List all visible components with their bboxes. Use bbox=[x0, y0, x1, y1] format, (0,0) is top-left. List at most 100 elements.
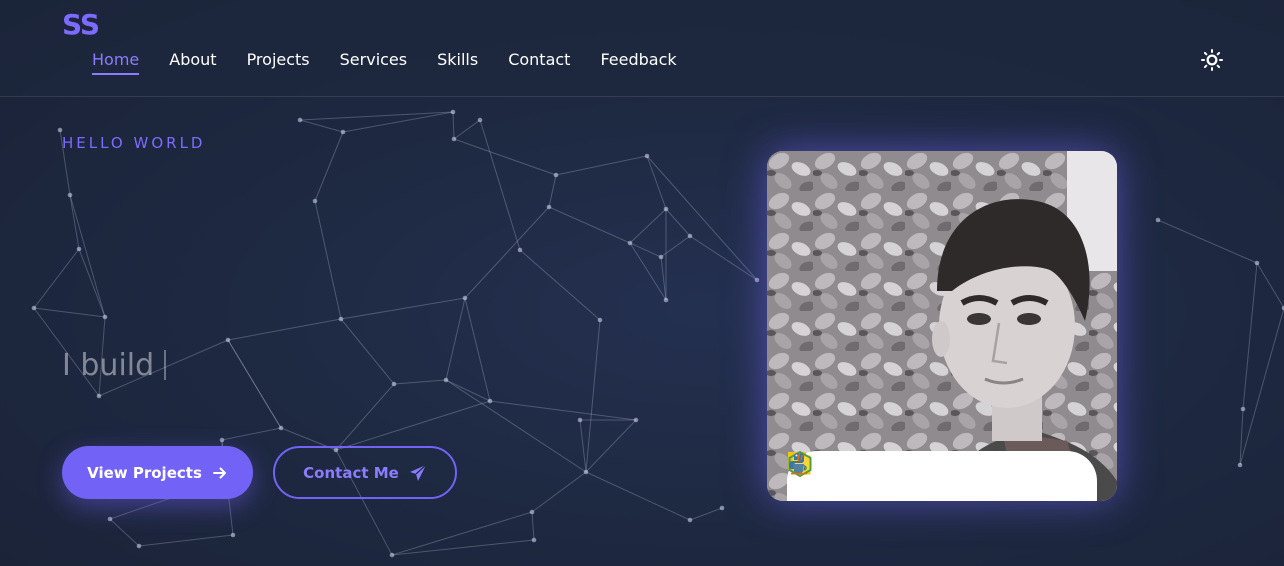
network-node bbox=[57, 127, 63, 133]
nav-item-projects[interactable]: Projects bbox=[247, 50, 310, 75]
network-node bbox=[278, 425, 284, 431]
network-line bbox=[585, 319, 601, 473]
nav-item-feedback[interactable]: Feedback bbox=[600, 50, 676, 75]
network-line bbox=[665, 208, 691, 237]
network-node bbox=[577, 417, 583, 423]
network-node bbox=[644, 153, 650, 159]
network-node bbox=[687, 233, 693, 239]
network-node bbox=[477, 117, 483, 123]
nodejs-icon: JS bbox=[788, 451, 955, 499]
network-node bbox=[389, 552, 395, 558]
network-line bbox=[33, 248, 80, 309]
profile-card: JS JS bbox=[767, 151, 1117, 501]
network-node bbox=[96, 393, 102, 399]
network-line bbox=[1239, 307, 1284, 466]
nav-item-about[interactable]: About bbox=[169, 50, 216, 75]
javascript-icon: JS bbox=[788, 452, 893, 499]
network-line bbox=[452, 111, 455, 140]
network-node bbox=[225, 337, 231, 343]
network-node bbox=[219, 437, 225, 443]
network-line bbox=[489, 400, 637, 421]
network-line bbox=[585, 419, 637, 473]
typing-caret bbox=[164, 350, 167, 380]
logo[interactable]: SS bbox=[62, 8, 100, 42]
network-line bbox=[314, 131, 344, 202]
network-node bbox=[531, 537, 537, 543]
typing-text: I build bbox=[62, 348, 155, 383]
hero-typing-line: I build bbox=[62, 348, 167, 383]
network-node bbox=[1237, 462, 1243, 468]
network-node bbox=[67, 192, 73, 198]
network-node bbox=[633, 417, 639, 423]
network-line bbox=[555, 155, 648, 176]
arrow-right-icon bbox=[212, 467, 226, 478]
network-line bbox=[69, 194, 106, 318]
network-line bbox=[299, 119, 344, 133]
network-node bbox=[136, 543, 142, 549]
network-node bbox=[663, 297, 669, 303]
java-icon bbox=[791, 452, 1079, 499]
network-node bbox=[450, 109, 456, 115]
network-node bbox=[1240, 406, 1246, 412]
network-node bbox=[102, 314, 108, 320]
nav-item-home[interactable]: Home bbox=[92, 50, 140, 75]
network-line bbox=[531, 511, 535, 541]
network-line bbox=[1256, 262, 1284, 309]
network-line bbox=[579, 419, 587, 473]
network-line bbox=[391, 511, 533, 556]
network-line bbox=[33, 307, 106, 318]
profile-photo bbox=[767, 151, 1117, 501]
network-line bbox=[227, 318, 342, 341]
theme-toggle-button[interactable] bbox=[1200, 48, 1224, 72]
network-line bbox=[335, 383, 395, 451]
network-node bbox=[529, 509, 535, 515]
network-node bbox=[31, 305, 37, 311]
tech-stack-tray: JS JS bbox=[787, 451, 1097, 501]
network-node bbox=[719, 505, 725, 511]
view-projects-label: View Projects bbox=[87, 463, 202, 482]
network-line bbox=[464, 206, 550, 299]
network-node bbox=[443, 377, 449, 383]
network-line bbox=[1242, 262, 1258, 410]
contact-me-label: Contact Me bbox=[303, 463, 399, 482]
navbar: SS Home About Projects Services Skills C… bbox=[0, 0, 1284, 97]
network-node bbox=[230, 532, 236, 538]
network-node bbox=[546, 204, 552, 210]
nav-item-contact[interactable]: Contact bbox=[508, 50, 570, 75]
network-line bbox=[464, 297, 491, 402]
view-projects-button[interactable]: View Projects bbox=[62, 446, 253, 499]
network-node bbox=[583, 469, 589, 475]
network-node bbox=[627, 240, 633, 246]
network-line bbox=[629, 208, 667, 244]
network-line bbox=[340, 297, 466, 320]
network-node bbox=[553, 172, 559, 178]
nav-item-services[interactable]: Services bbox=[340, 50, 407, 75]
network-node bbox=[687, 517, 693, 523]
network-node bbox=[658, 254, 664, 260]
network-node bbox=[312, 198, 318, 204]
network-line bbox=[445, 379, 587, 473]
hero-eyebrow: HELLO WORLD bbox=[62, 134, 206, 152]
network-line bbox=[585, 471, 691, 521]
network-node bbox=[517, 247, 523, 253]
network-line bbox=[519, 249, 601, 321]
network-line bbox=[479, 119, 521, 251]
contact-me-button[interactable]: Contact Me bbox=[273, 446, 457, 499]
network-line bbox=[453, 138, 557, 176]
network-line bbox=[646, 155, 758, 281]
network-node bbox=[597, 317, 603, 323]
nav-item-skills[interactable]: Skills bbox=[437, 50, 478, 75]
network-line bbox=[78, 248, 106, 318]
sun-icon bbox=[1201, 49, 1223, 71]
network-node bbox=[1254, 260, 1260, 266]
nav-links: Home About Projects Services Skills Cont… bbox=[92, 50, 707, 75]
network-line bbox=[531, 471, 587, 513]
network-node bbox=[391, 381, 397, 387]
network-line bbox=[548, 206, 631, 244]
network-node bbox=[462, 295, 468, 301]
network-node bbox=[487, 398, 493, 404]
network-line bbox=[445, 379, 491, 402]
network-node bbox=[1155, 217, 1161, 223]
network-node bbox=[338, 316, 344, 322]
network-line bbox=[660, 235, 691, 258]
